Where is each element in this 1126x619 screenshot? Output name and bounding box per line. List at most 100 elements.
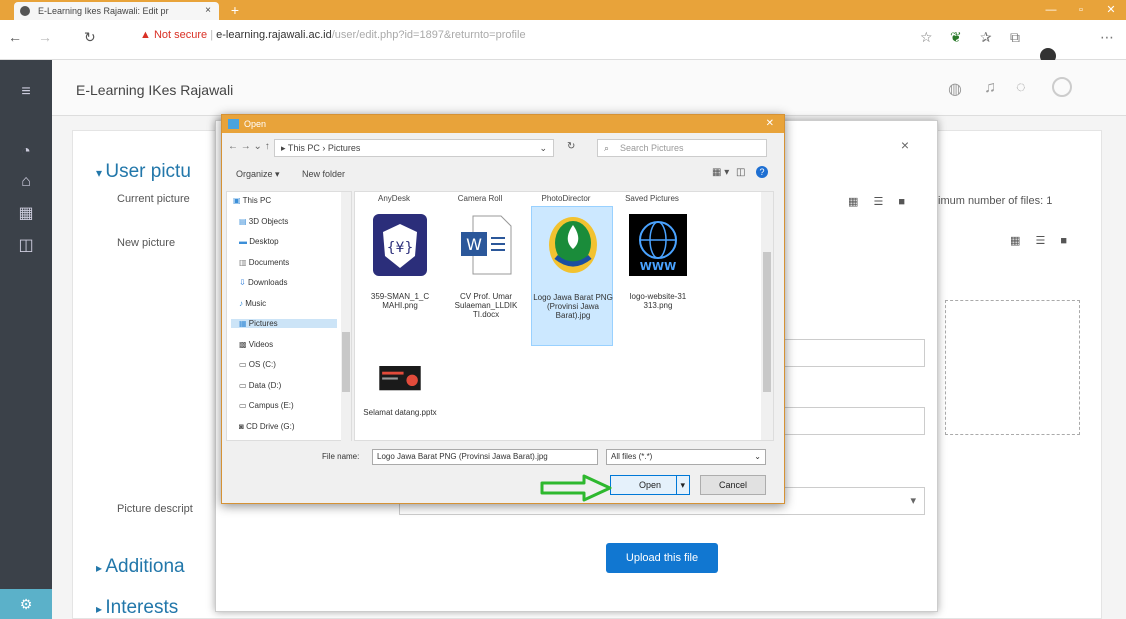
svg-text:{¥}: {¥} [387, 240, 414, 256]
messages-icon[interactable]: ◌ [1016, 79, 1026, 97]
open-button[interactable]: Open ▾ [610, 475, 690, 495]
tab-close-icon[interactable]: × [205, 2, 211, 20]
tree-item-label: Downloads [247, 278, 288, 287]
dialog-title: Open [244, 119, 267, 129]
organize-menu[interactable]: Organize ▾ [236, 169, 280, 180]
file-name: logo-website-31 313.png [629, 292, 687, 310]
tree-folder-icon: ▤ [239, 216, 249, 226]
open-button-label: Open [638, 480, 662, 490]
menu-icon[interactable]: ≡ [12, 78, 40, 106]
calendar-icon[interactable]: ▦ [12, 200, 40, 228]
dashboard-icon[interactable]: ◔ [12, 138, 40, 166]
site-favicon-icon [20, 6, 30, 16]
tree-item-label: Pictures [248, 319, 278, 328]
maximize-icon[interactable]: ▫ [1066, 0, 1096, 20]
file-item-selected[interactable]: Logo Jawa Barat PNG (Provinsi Jawa Barat… [531, 206, 613, 346]
dialog-refresh-icon[interactable]: ↻ [567, 141, 575, 152]
folder-photodirector[interactable]: PhotoDirector [531, 194, 601, 203]
folder-camera-roll[interactable]: Camera Roll [445, 194, 515, 203]
tree-item-label: Desktop [249, 237, 279, 246]
file-drop-zone[interactable] [945, 300, 1080, 435]
tree-item[interactable]: ▦ Pictures [231, 319, 337, 328]
new-folder-button[interactable]: New folder [302, 169, 345, 179]
home-icon[interactable]: ⌂ [12, 168, 40, 196]
browser-tab[interactable]: E-Learning Ikes Rajawali: Edit pr × [14, 2, 219, 20]
tree-item[interactable]: ⇩ Downloads [239, 278, 288, 287]
url-path: /user/edit.php?id=1897&returnto=profile [331, 29, 526, 41]
dialog-close-icon[interactable]: ✕ [766, 115, 774, 133]
search-icon: ⌕ [604, 143, 610, 153]
tree-item[interactable]: ▣ This PC [233, 196, 271, 205]
filemanager-view-icons[interactable]: ▦ ☰ ■ [1010, 234, 1073, 247]
file-list-scrollbar[interactable] [761, 192, 773, 440]
file-type-value: All files (*.*) [611, 452, 653, 461]
dialog-breadcrumb[interactable]: ▸ This PC › Pictures ⌄ [274, 139, 554, 157]
shield-logo-icon: {¥} [373, 214, 427, 276]
tree-folder-icon: ▭ [239, 401, 249, 410]
open-dropdown-icon[interactable]: ▾ [676, 476, 685, 494]
tree-item-label: Music [245, 298, 267, 308]
max-files-text: imum number of files: 1 [938, 195, 1053, 207]
preview-pane-icon[interactable]: ◫ [736, 167, 745, 178]
dialog-search-input[interactable]: ⌕ Search Pictures [597, 139, 767, 157]
section-user-picture[interactable]: ▾ User pictu [96, 161, 191, 183]
new-tab-button[interactable]: + [225, 0, 245, 20]
site-name[interactable]: E-Learning IKes Rajawali [76, 82, 233, 98]
dialog-titlebar: Open ✕ [222, 115, 784, 133]
url-host: e-learning.rajawali.ac.id [216, 29, 332, 41]
file-item[interactable]: {¥} 359-SMAN_1_C MAHI.png [359, 206, 441, 346]
refresh-icon[interactable]: ↻ [84, 29, 96, 46]
tree-item-label: OS (C:) [248, 360, 276, 369]
user-avatar[interactable] [1052, 77, 1072, 97]
tree-item[interactable]: ▭ Campus (E:) [239, 401, 294, 410]
tree-item[interactable]: ▥ Documents [239, 258, 289, 267]
back-icon[interactable]: ← [8, 29, 22, 45]
tree-item[interactable]: ◙ CD Drive (G:) [239, 422, 295, 431]
section-user-picture-title: User pictu [105, 161, 191, 182]
minimize-icon[interactable]: — [1036, 0, 1066, 20]
section-additional[interactable]: ▸ Additiona [96, 556, 185, 578]
file-item[interactable]: W CV Prof. Umar Sulaeman_LLDIK TI.docx [445, 206, 527, 346]
file-type-select[interactable]: All files (*.*) ⌄ [606, 449, 766, 465]
favorites-icon[interactable]: ✰ [980, 29, 992, 46]
not-secure-label: Not secure [153, 29, 208, 41]
dialog-search-placeholder: Search Pictures [620, 143, 684, 153]
notification-bell-icon[interactable]: ♫ [984, 79, 996, 97]
section-interests[interactable]: ▸ Interests [96, 597, 178, 619]
dialog-nav-arrows[interactable]: ← → ⌄ ↑ [228, 141, 270, 152]
tree-item-label: Data (D:) [248, 380, 282, 390]
extension-icon[interactable]: ❦ [950, 29, 962, 46]
file-picker-view-icons[interactable]: ▦ ☰ ■ [848, 195, 911, 208]
cancel-button[interactable]: Cancel [700, 475, 766, 495]
bookmark-star-icon[interactable]: ☆ [920, 29, 933, 46]
tree-item[interactable]: ♪ Music [239, 299, 266, 308]
tree-scrollbar[interactable] [341, 192, 351, 442]
settings-icon[interactable]: ⚙ [0, 589, 52, 619]
tree-item[interactable]: ▬ Desktop [239, 237, 279, 246]
collections-icon[interactable]: ⧉ [1010, 29, 1020, 46]
window-close-icon[interactable]: ✕ [1096, 0, 1126, 20]
tree-item[interactable]: ▤ 3D Objects [239, 217, 288, 226]
change-view-icon[interactable]: ▦ ▾ [712, 167, 729, 178]
tree-item[interactable]: ▭ OS (C:) [239, 360, 276, 369]
language-icon[interactable]: ◍ [948, 79, 962, 99]
file-name-input[interactable]: Logo Jawa Barat PNG (Provinsi Jawa Barat… [372, 449, 598, 465]
left-drawer: ≡ ◔ ⌂ ▦ ◫ ⚙ [0, 60, 52, 619]
tree-folder-icon: ▭ [239, 360, 249, 369]
url-field[interactable]: ▲ Not secure | e-learning.rajawali.ac.id… [140, 29, 526, 41]
tree-item[interactable]: ▭ Data (D:) [239, 381, 281, 390]
folder-saved-pictures[interactable]: Saved Pictures [617, 194, 687, 203]
folder-anydesk[interactable]: AnyDesk [359, 194, 429, 203]
tree-item-label: Campus (E:) [248, 401, 294, 410]
file-name: CV Prof. Umar Sulaeman_LLDIK TI.docx [454, 292, 518, 319]
file-item[interactable]: Selamat datang.pptx [359, 352, 441, 442]
more-icon[interactable]: ⋯ [1100, 29, 1114, 46]
file-name: 359-SMAN_1_C MAHI.png [370, 292, 430, 310]
help-icon[interactable]: ? [756, 166, 768, 178]
forward-icon[interactable]: → [38, 29, 52, 45]
files-icon[interactable]: ◫ [12, 232, 40, 260]
tree-item[interactable]: ▩ Videos [239, 340, 273, 349]
upload-this-file-button[interactable]: Upload this file [606, 543, 718, 573]
file-item[interactable]: WWW logo-website-31 313.png [617, 206, 699, 346]
file-picker-close-icon[interactable]: × [901, 137, 909, 153]
